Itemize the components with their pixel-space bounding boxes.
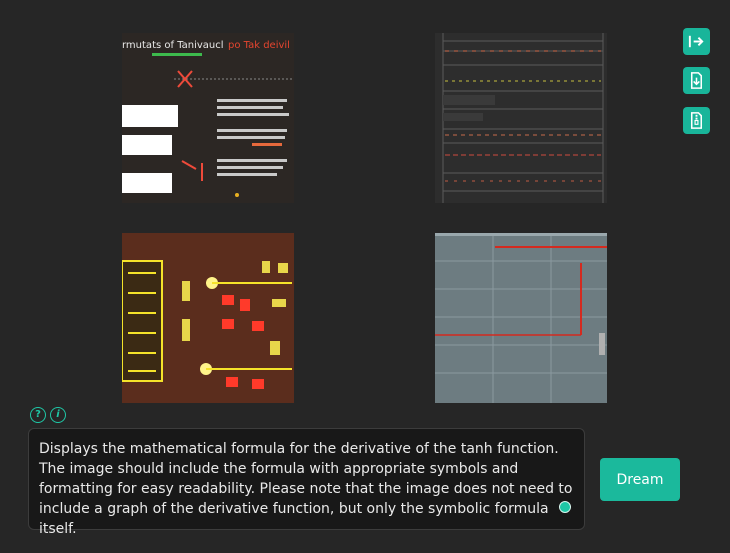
generated-image-2[interactable] [435, 33, 607, 203]
prompt-text[interactable]: Displays the mathematical formula for th… [39, 439, 579, 539]
question-icon[interactable]: ? [30, 407, 46, 423]
prompt-input[interactable]: Displays the mathematical formula for th… [28, 428, 585, 537]
help-icons: ? i [30, 407, 66, 423]
grid-table-image [435, 33, 607, 203]
status-indicator [559, 501, 571, 513]
image-heading: rmutats of Tanivaucl [122, 40, 224, 51]
zip-file-icon [690, 112, 703, 129]
glowing-symbols-image [122, 233, 294, 403]
export-button[interactable] [683, 28, 710, 55]
generated-image-1[interactable]: rmutats of Tanivaucl po Tak deivil [122, 33, 294, 203]
info-icon[interactable]: i [50, 407, 66, 423]
download-icon [690, 72, 703, 89]
download-button[interactable] [683, 67, 710, 94]
zip-download-button[interactable] [683, 107, 710, 134]
grid-chart-image [435, 233, 607, 403]
image-heading-accent: po Tak deivil [228, 40, 290, 51]
generated-image-4[interactable] [435, 233, 607, 403]
export-icon [688, 35, 704, 48]
dream-button[interactable]: Dream [600, 458, 680, 501]
formula-sheet-image: rmutats of Tanivaucl po Tak deivil [122, 33, 294, 203]
generated-image-3[interactable] [122, 233, 294, 403]
